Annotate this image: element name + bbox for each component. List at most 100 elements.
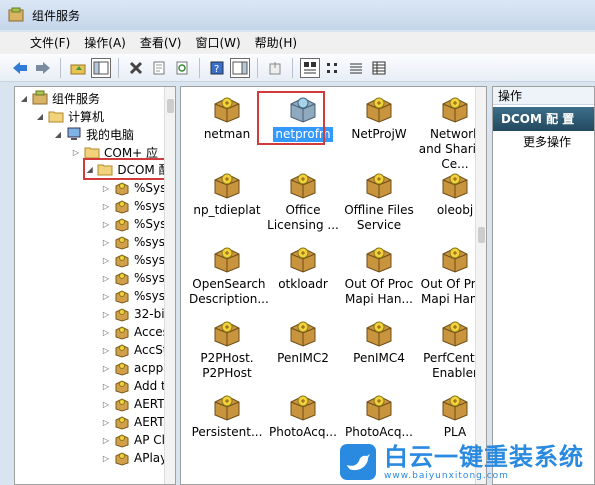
show-hide-tree-icon[interactable] — [91, 57, 111, 78]
dcom-app-icon-item[interactable]: NetProjW — [339, 93, 419, 142]
collapsed-arrow-icon[interactable]: ▷ — [101, 310, 111, 319]
package-icon — [114, 378, 130, 394]
tree-scroll-thumb[interactable] — [167, 99, 174, 113]
dcom-app-icon-item[interactable]: Offline Files Service — [339, 169, 419, 233]
tree-item-dcom-app[interactable]: ▷ AERTA — [101, 395, 172, 413]
collapsed-arrow-icon[interactable]: ▷ — [71, 148, 81, 157]
window-title: 组件服务 — [32, 8, 81, 23]
package-icon — [114, 432, 130, 448]
menu-window[interactable]: 窗口(W) — [189, 32, 248, 54]
collapsed-arrow-icon[interactable]: ▷ — [101, 400, 111, 409]
action-pane: 操作 DCOM 配 置 更多操作 — [492, 86, 595, 485]
dcom-app-icon-item[interactable]: np_tdieplat — [187, 169, 267, 218]
menu-view[interactable]: 查看(V) — [134, 32, 190, 54]
details-icon[interactable] — [369, 58, 389, 78]
dcom-app-icon-item[interactable]: netman — [187, 93, 267, 142]
tree-my-computer[interactable]: ◢ 我的电脑 — [53, 125, 134, 143]
tree-item-dcom-app[interactable]: ▷ Add to — [101, 377, 173, 395]
collapsed-arrow-icon[interactable]: ▷ — [101, 346, 111, 355]
package-icon — [114, 288, 130, 304]
dcom-app-icon-item[interactable]: Office Licensing ... — [263, 169, 343, 233]
console-tree: ◢ 组件服务 ◢ 计算机 ◢ 我的电脑 ▷ COM+ 应 ◢ DCOM 配 ▷%… — [14, 86, 176, 485]
menu-help[interactable]: 帮助(H) — [249, 32, 305, 54]
toolbar-separator — [257, 57, 258, 78]
large-icons-icon[interactable] — [300, 57, 320, 78]
menu-bar: 文件(F) 操作(A) 查看(V) 窗口(W) 帮助(H) — [0, 32, 595, 54]
package-icon — [114, 252, 130, 268]
dcom-app-icon-item[interactable]: PenIMC4 — [339, 317, 419, 366]
collapsed-arrow-icon[interactable]: ▷ — [101, 382, 111, 391]
collapsed-arrow-icon[interactable]: ▷ — [101, 202, 111, 211]
tree-item-dcom-app[interactable]: ▷ acppa — [101, 359, 171, 377]
dcom-app-icon-item[interactable]: otkloadr — [263, 243, 343, 292]
more-actions-link[interactable]: 更多操作 — [493, 131, 594, 153]
tree-computers[interactable]: ◢ 计算机 — [35, 107, 104, 125]
back-icon[interactable] — [10, 58, 30, 78]
help-icon[interactable]: ? — [207, 58, 227, 78]
package-icon — [114, 324, 130, 340]
action-section-dcom[interactable]: DCOM 配 置 — [493, 107, 594, 131]
show-hide-action-icon[interactable] — [230, 57, 250, 78]
tree-item-dcom-app[interactable]: ▷ 32-bit — [101, 305, 169, 323]
action-pane-header: 操作 — [493, 87, 594, 105]
dcom-app-icon-item[interactable]: PhotoAcq... — [263, 391, 343, 440]
dcom-app-icon-item[interactable]: PhotoAcq... — [339, 391, 419, 440]
properties-icon[interactable] — [149, 58, 169, 78]
up-folder-icon[interactable] — [68, 58, 88, 78]
package-icon — [114, 396, 130, 412]
toolbar-separator — [292, 57, 293, 78]
collapsed-arrow-icon[interactable]: ▷ — [101, 256, 111, 265]
icon-view-scrollbar[interactable] — [475, 87, 486, 484]
collapsed-arrow-icon[interactable]: ▷ — [101, 328, 111, 337]
package-icon — [339, 93, 419, 123]
collapsed-arrow-icon[interactable]: ▷ — [101, 220, 111, 229]
icon-view-scroll-thumb[interactable] — [478, 227, 485, 243]
export-icon[interactable] — [265, 58, 285, 78]
collapsed-arrow-icon[interactable]: ▷ — [101, 238, 111, 247]
package-icon — [339, 317, 419, 347]
watermark-title: 白云一键重装系统 — [384, 442, 584, 471]
tree-item-dcom-app[interactable]: ▷ AERTA — [101, 413, 172, 431]
collapsed-arrow-icon[interactable]: ▷ — [101, 364, 111, 373]
toolbar: ? — [0, 54, 595, 82]
collapsed-arrow-icon[interactable]: ▷ — [101, 292, 111, 301]
dcom-app-icon-item[interactable]: OpenSearch Description... — [187, 243, 269, 307]
package-icon — [263, 391, 343, 421]
expanded-arrow-icon[interactable]: ◢ — [53, 130, 63, 139]
expanded-arrow-icon[interactable]: ◢ — [35, 112, 45, 121]
tree-com-plus[interactable]: ▷ COM+ 应 — [71, 143, 158, 161]
expanded-arrow-icon[interactable]: ◢ — [85, 165, 94, 174]
dcom-app-icon-item[interactable]: Persistent... — [187, 391, 267, 440]
dcom-app-icon-item[interactable]: PenIMC2 — [263, 317, 343, 366]
dcom-app-icon-item[interactable]: P2PHost. P2PHost — [187, 317, 267, 381]
menu-file[interactable]: 文件(F) — [24, 32, 78, 54]
package-icon — [114, 450, 130, 466]
delete-icon[interactable] — [126, 58, 146, 78]
list-icon[interactable] — [346, 58, 366, 78]
collapsed-arrow-icon[interactable]: ▷ — [101, 418, 111, 427]
package-icon — [263, 169, 343, 199]
package-icon — [339, 169, 419, 199]
package-icon — [263, 243, 343, 273]
toolbar-separator — [118, 57, 119, 78]
expanded-arrow-icon[interactable]: ◢ — [19, 94, 29, 103]
tree-dcom-config[interactable]: ◢ DCOM 配 — [83, 158, 169, 180]
package-icon — [187, 93, 267, 123]
small-icons-icon[interactable] — [323, 58, 343, 78]
tree-item-dcom-app[interactable]: ▷ AP Cli — [101, 431, 168, 449]
package-icon — [339, 243, 419, 273]
package-icon — [187, 317, 267, 347]
dcom-app-icon-item[interactable]: Out Of Proc Mapi Han... — [339, 243, 419, 307]
component-services-icon — [32, 90, 48, 106]
refresh-icon[interactable] — [172, 58, 192, 78]
collapsed-arrow-icon[interactable]: ▷ — [101, 454, 111, 463]
collapsed-arrow-icon[interactable]: ▷ — [101, 184, 111, 193]
package-icon — [263, 317, 343, 347]
menu-action[interactable]: 操作(A) — [78, 32, 134, 54]
package-icon — [114, 414, 130, 430]
tree-root[interactable]: ◢ 组件服务 — [19, 89, 100, 107]
collapsed-arrow-icon[interactable]: ▷ — [101, 436, 111, 445]
collapsed-arrow-icon[interactable]: ▷ — [101, 274, 111, 283]
tree-scrollbar[interactable] — [164, 87, 175, 484]
forward-icon[interactable] — [33, 58, 53, 78]
